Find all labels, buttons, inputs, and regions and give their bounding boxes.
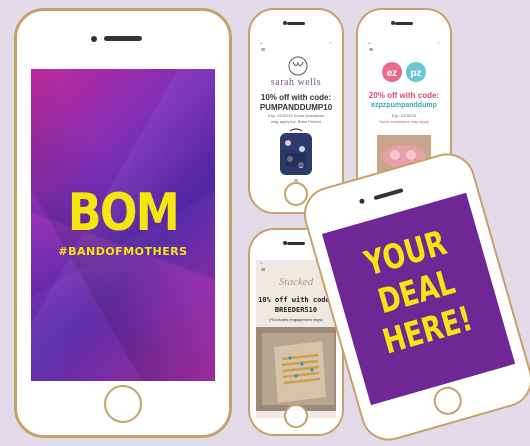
sarah-wells-logo-icon [288, 56, 308, 76]
phone-bom: BOM #BANDOFMOTHERS [14, 8, 232, 438]
svg-text:ez: ez [387, 68, 398, 79]
battery-icon: ▭ [329, 41, 332, 45]
stacked-offer: 10% off with code: [258, 296, 334, 304]
camera-icon [358, 198, 366, 205]
menu-icon[interactable]: ≡ [256, 47, 336, 55]
signal-icon: ••• [260, 261, 264, 265]
backpack-image [280, 128, 312, 175]
bom-screen: BOM #BANDOFMOTHERS [31, 69, 215, 381]
menu-icon[interactable]: ≡ [364, 47, 444, 55]
camera-icon [91, 36, 97, 42]
home-button[interactable] [284, 182, 308, 206]
battery-icon: ▭ [437, 41, 440, 45]
svg-text:pz: pz [410, 68, 421, 79]
home-button[interactable] [430, 383, 466, 419]
sarah-wells-code: PUMPANDDUMP10 [259, 103, 333, 112]
speaker-grille [287, 242, 305, 245]
status-bar: ••• ▭ [364, 40, 444, 47]
speaker-grille [395, 22, 413, 25]
sarah-wells-screen: ••• ▭ ≡ sarah wells 10% off with code: P… [256, 40, 336, 192]
bom-title: BOM [67, 183, 180, 243]
speaker-grille [104, 36, 142, 41]
speaker-grille [287, 22, 305, 25]
status-bar: ••• ▭ [256, 40, 336, 47]
ezpz-offer: 20% off with code: [368, 91, 440, 100]
your-deal-screen: YOUR DEAL HERE! [321, 192, 516, 406]
sarah-wells-offer: 10% off with code: [260, 93, 332, 102]
your-deal-text: YOUR DEAL HERE! [344, 218, 490, 366]
rings-hand-image [256, 327, 336, 411]
home-button[interactable] [284, 404, 308, 428]
stacked-code: BREEDERS10 [274, 306, 318, 314]
sarah-wells-brand: sarah wells [270, 77, 322, 88]
signal-icon: ••• [368, 41, 372, 45]
ezpz-logo-icon: ez pz [382, 62, 426, 82]
stacked-fine-print: (*Excludes engagement rings) [269, 317, 323, 322]
ezpz-fine-print-exclusions: Some exclusions may apply [379, 119, 429, 124]
sarah-wells-fine-print: Exp. 12/31/19 Some exclusions may apply … [267, 113, 325, 124]
phone-sarah-wells: ••• ▭ ≡ sarah wells 10% off with code: P… [248, 8, 344, 214]
ezpz-code: ezpzpumpanddump [371, 102, 437, 109]
speaker-grille [373, 188, 404, 201]
bom-tagline: #BANDOFMOTHERS [58, 245, 188, 258]
home-button[interactable] [104, 385, 142, 423]
signal-icon: ••• [260, 41, 264, 45]
